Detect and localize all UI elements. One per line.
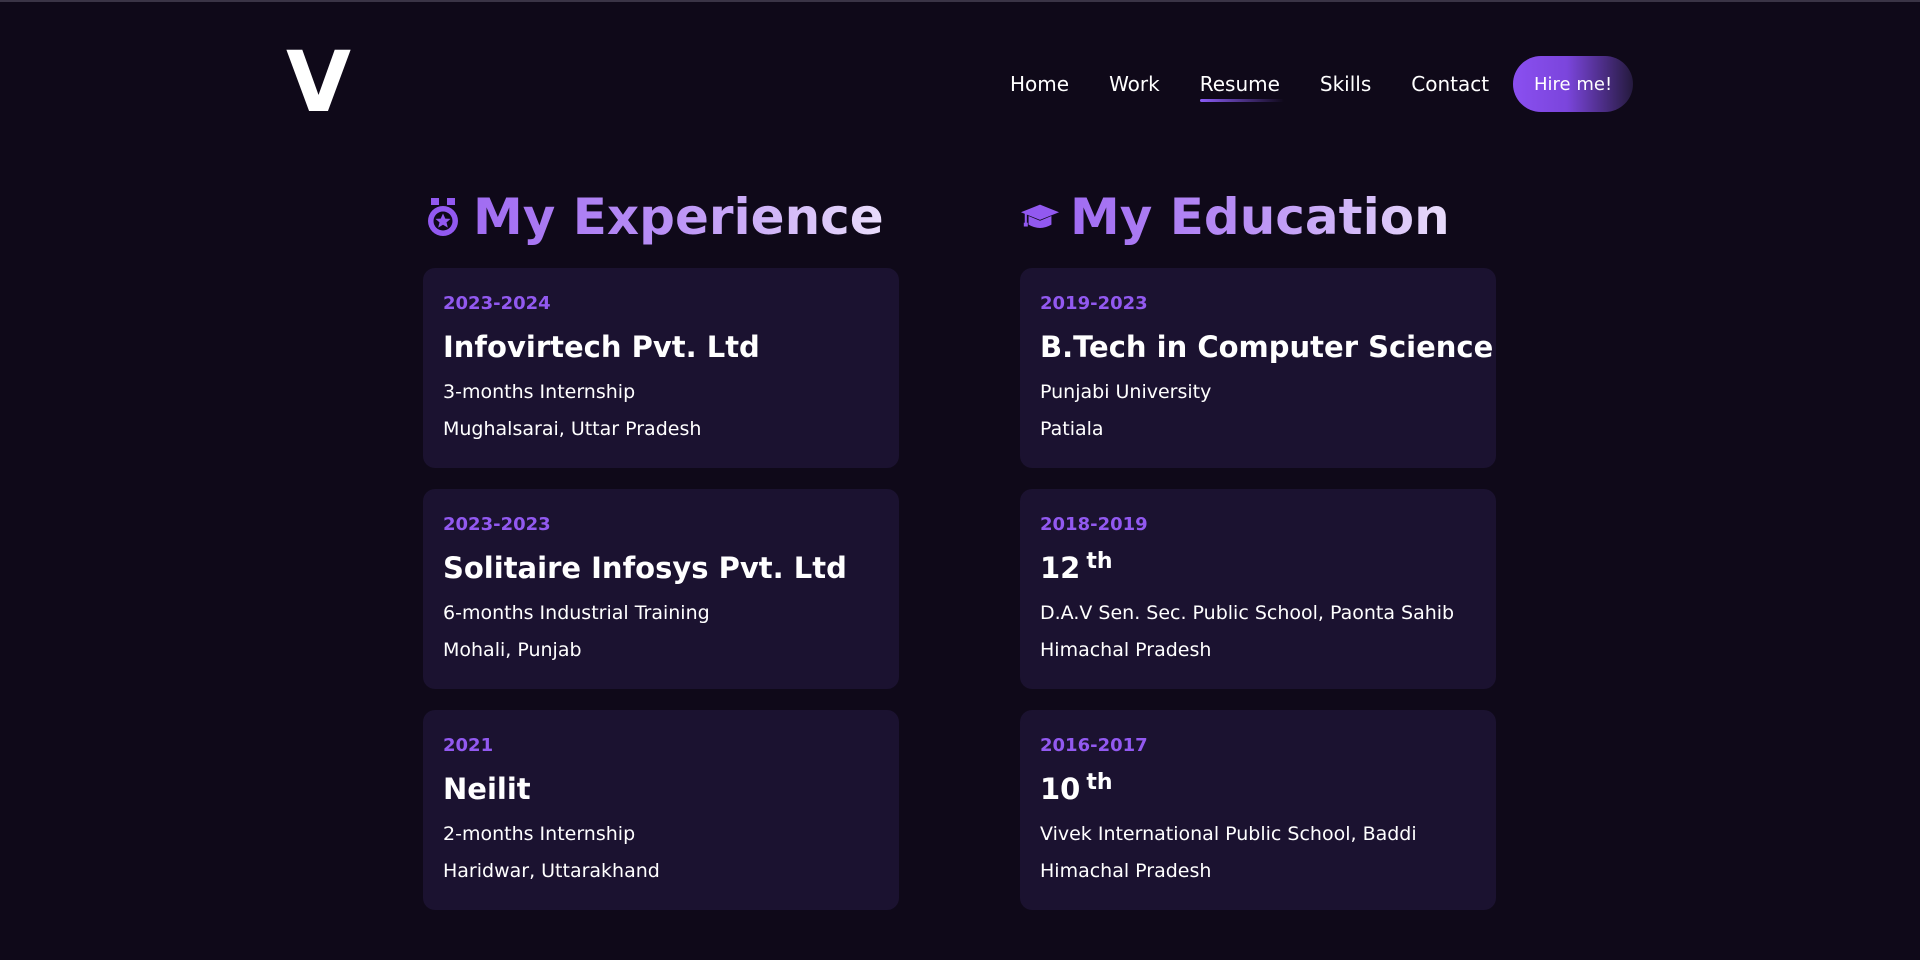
education-section: My Education 2019-2023 B.Tech in Compute… bbox=[1020, 184, 1496, 931]
card-institution: D.A.V Sen. Sec. Public School, Paonta Sa… bbox=[1040, 602, 1455, 624]
experience-card: 2021 Neilit 2-months Internship Haridwar… bbox=[423, 710, 899, 910]
card-date: 2023-2023 bbox=[443, 514, 551, 535]
education-card: 2016-2017 10th Vivek International Publi… bbox=[1020, 710, 1496, 910]
graduation-cap-icon bbox=[1020, 195, 1060, 239]
top-border bbox=[0, 0, 1920, 2]
education-heading: My Education bbox=[1020, 184, 1496, 250]
experience-heading: My Experience bbox=[423, 184, 899, 250]
nav-link-skills[interactable]: Skills bbox=[1320, 56, 1371, 112]
card-date: 2016-2017 bbox=[1040, 735, 1148, 756]
card-location: Haridwar, Uttarakhand bbox=[443, 860, 660, 882]
card-location: Mohali, Punjab bbox=[443, 639, 582, 661]
card-date: 2019-2023 bbox=[1040, 293, 1148, 314]
card-location: Patiala bbox=[1040, 418, 1104, 440]
education-card: 2018-2019 12th D.A.V Sen. Sec. Public Sc… bbox=[1020, 489, 1496, 689]
card-location: Mughalsarai, Uttar Pradesh bbox=[443, 418, 702, 440]
card-role: 2-months Internship bbox=[443, 823, 636, 845]
nav-link-work[interactable]: Work bbox=[1109, 56, 1160, 112]
card-title: B.Tech in Computer Science bbox=[1040, 330, 1494, 364]
education-title: My Education bbox=[1070, 184, 1450, 250]
card-date: 2021 bbox=[443, 735, 494, 756]
site-logo[interactable]: V bbox=[286, 38, 351, 126]
nav-link-home[interactable]: Home bbox=[1010, 56, 1069, 112]
card-location: Himachal Pradesh bbox=[1040, 639, 1212, 661]
card-institution: Punjabi University bbox=[1040, 381, 1212, 403]
card-role: 3-months Internship bbox=[443, 381, 636, 403]
card-title: 10th bbox=[1040, 770, 1476, 808]
card-title: 12th bbox=[1040, 549, 1476, 587]
hire-me-button[interactable]: Hire me! bbox=[1513, 56, 1634, 112]
card-title-number: 10 bbox=[1040, 772, 1081, 806]
card-date: 2018-2019 bbox=[1040, 514, 1148, 535]
card-location: Himachal Pradesh bbox=[1040, 860, 1212, 882]
card-date: 2023-2024 bbox=[443, 293, 551, 314]
card-title-suffix: th bbox=[1086, 549, 1113, 574]
card-role: 6-months Industrial Training bbox=[443, 602, 710, 624]
education-card: 2019-2023 B.Tech in Computer Science Pun… bbox=[1020, 268, 1496, 468]
medal-icon bbox=[423, 195, 463, 239]
card-title: Infovirtech Pvt. Ltd bbox=[443, 330, 760, 364]
card-title-suffix: th bbox=[1086, 770, 1113, 795]
nav-link-resume[interactable]: Resume bbox=[1199, 56, 1285, 112]
card-title: Neilit bbox=[443, 772, 531, 806]
experience-title: My Experience bbox=[473, 184, 884, 250]
experience-card: 2023-2023 Solitaire Infosys Pvt. Ltd 6-m… bbox=[423, 489, 899, 689]
card-institution: Vivek International Public School, Baddi bbox=[1040, 823, 1417, 845]
experience-section: My Experience 2023-2024 Infovirtech Pvt.… bbox=[423, 184, 899, 931]
card-title-number: 12 bbox=[1040, 551, 1081, 585]
nav-link-contact[interactable]: Contact bbox=[1411, 56, 1489, 112]
main-nav: Home Work Resume Skills Contact Hire me! bbox=[1010, 56, 1634, 112]
card-title: Solitaire Infosys Pvt. Ltd bbox=[443, 551, 847, 585]
experience-card: 2023-2024 Infovirtech Pvt. Ltd 3-months … bbox=[423, 268, 899, 468]
